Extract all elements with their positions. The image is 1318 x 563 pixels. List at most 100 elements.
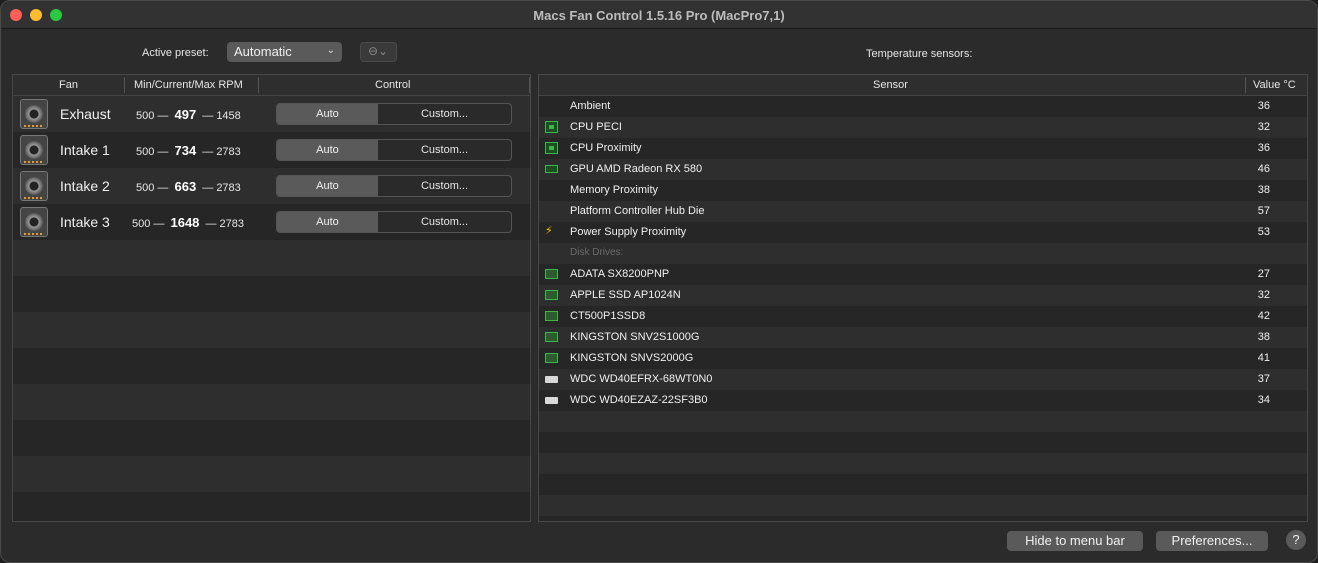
sensor-value: 32 <box>1257 289 1270 301</box>
fan-column-header[interactable]: Fan <box>59 79 78 91</box>
hide-to-menu-bar-button[interactable]: Hide to menu bar <box>1007 531 1143 551</box>
sensor-row[interactable]: CT500P1SSD8 42 <box>539 306 1307 327</box>
sensor-name: WDC WD40EFRX-68WT0N0 <box>570 373 713 385</box>
custom-button[interactable]: Custom... <box>378 212 511 232</box>
custom-button[interactable]: Custom... <box>378 140 511 160</box>
sensor-name: Disk Drives: <box>570 247 624 258</box>
sensor-empty-row <box>539 432 1307 453</box>
fan-rpm: 500 — 663 — 2783 <box>136 179 241 194</box>
title-bar[interactable]: Macs Fan Control 1.5.16 Pro (MacPro7,1) <box>1 1 1317 29</box>
sensor-name: WDC WD40EZAZ-22SF3B0 <box>570 394 708 406</box>
sensor-column-header[interactable]: Sensor <box>873 79 908 91</box>
fan-table-empty-rows <box>13 240 530 521</box>
sensor-name: CPU Proximity <box>570 142 642 154</box>
preset-options-button[interactable]: ⊖⌄ <box>360 42 397 62</box>
fan-rpm: 500 — 1648 — 2783 <box>132 215 245 230</box>
sensor-name: KINGSTON SNVS2000G <box>570 352 694 364</box>
rpm-column-header[interactable]: Min/Current/Max RPM <box>134 79 243 91</box>
fan-min-rpm: 500 <box>136 110 155 122</box>
sensor-name: Platform Controller Hub Die <box>570 205 705 217</box>
sensor-row[interactable]: WDC WD40EFRX-68WT0N0 37 <box>539 369 1307 390</box>
auto-button[interactable]: Auto <box>277 212 378 232</box>
ssd-icon <box>545 269 558 279</box>
fan-rpm: 500 — 734 — 2783 <box>136 143 241 158</box>
sensor-name: Ambient <box>570 100 611 112</box>
sensor-group-header[interactable]: Disk Drives: <box>539 243 1307 264</box>
fan-max-rpm: 2783 <box>216 182 241 194</box>
fan-min-rpm: 500 <box>132 218 151 230</box>
sensor-name: CT500P1SSD8 <box>570 310 646 322</box>
active-preset-label: Active preset: <box>142 47 209 59</box>
ssd-icon <box>545 353 558 363</box>
custom-button[interactable]: Custom... <box>378 104 511 124</box>
sensor-row[interactable]: Memory Proximity 38 <box>539 180 1307 201</box>
sensor-row[interactable]: GPU AMD Radeon RX 580 46 <box>539 159 1307 180</box>
sensor-table-header: Sensor Value °C <box>539 75 1307 96</box>
custom-button[interactable]: Custom... <box>378 176 511 196</box>
fan-current-rpm: 734 <box>174 143 197 158</box>
ssd-icon <box>545 290 558 300</box>
sensor-value: 42 <box>1257 310 1270 322</box>
chevron-down-icon: ⌄ <box>326 45 335 56</box>
sensor-row[interactable]: APPLE SSD AP1024N 32 <box>539 285 1307 306</box>
fan-min-rpm: 500 <box>136 182 155 194</box>
fan-icon <box>20 207 48 237</box>
fan-row[interactable]: Exhaust 500 — 497 — 1458 Auto Custom... <box>13 96 530 132</box>
help-button[interactable]: ? <box>1286 530 1306 550</box>
sensor-row[interactable]: Ambient 36 <box>539 96 1307 117</box>
lightning-bolt-icon: ⚡ <box>545 225 553 237</box>
sensor-name: CPU PECI <box>570 121 622 133</box>
sensor-row[interactable]: ⚡ Power Supply Proximity 53 <box>539 222 1307 243</box>
sensor-empty-row <box>539 495 1307 516</box>
fan-current-rpm: 1648 <box>170 215 200 230</box>
sensor-row[interactable]: CPU PECI 32 <box>539 117 1307 138</box>
fan-row[interactable]: Intake 2 500 — 663 — 2783 Auto Custom... <box>13 168 530 204</box>
sensor-row[interactable]: WDC WD40EZAZ-22SF3B0 34 <box>539 390 1307 411</box>
fan-name: Intake 3 <box>60 214 110 230</box>
cpu-chip-icon <box>545 121 558 133</box>
fan-max-rpm: 1458 <box>216 110 241 122</box>
fan-control-segmented[interactable]: Auto Custom... <box>276 103 512 125</box>
sensor-value: 38 <box>1257 331 1270 343</box>
fan-current-rpm: 497 <box>174 107 197 122</box>
sensor-value: 57 <box>1257 205 1270 217</box>
sensor-row[interactable]: Platform Controller Hub Die 57 <box>539 201 1307 222</box>
fan-row[interactable]: Intake 3 500 — 1648 — 2783 Auto Custom... <box>13 204 530 240</box>
sensor-row[interactable]: ADATA SX8200PNP 27 <box>539 264 1307 285</box>
fan-icon <box>20 99 48 129</box>
auto-button[interactable]: Auto <box>277 176 378 196</box>
sensor-row[interactable]: KINGSTON SNVS2000G 41 <box>539 348 1307 369</box>
sensor-value: 53 <box>1257 226 1270 238</box>
auto-button[interactable]: Auto <box>277 104 378 124</box>
ssd-icon <box>545 332 558 342</box>
sensor-name: GPU AMD Radeon RX 580 <box>570 163 703 175</box>
fan-icon <box>20 135 48 165</box>
hdd-icon <box>545 397 558 404</box>
control-column-header[interactable]: Control <box>375 79 410 91</box>
active-preset-select[interactable]: Automatic ⌄ <box>227 42 342 62</box>
value-column-header[interactable]: Value °C <box>1253 79 1296 91</box>
window-title: Macs Fan Control 1.5.16 Pro (MacPro7,1) <box>533 8 785 23</box>
fan-min-rpm: 500 <box>136 146 155 158</box>
sensor-value: 32 <box>1257 121 1270 133</box>
fan-control-segmented[interactable]: Auto Custom... <box>276 175 512 197</box>
sensor-value: 36 <box>1257 142 1270 154</box>
fan-control-segmented[interactable]: Auto Custom... <box>276 211 512 233</box>
temperature-sensors-label: Temperature sensors: <box>866 48 973 60</box>
sensor-row[interactable]: CPU Proximity 36 <box>539 138 1307 159</box>
fan-max-rpm: 2783 <box>216 146 241 158</box>
sensor-value: 41 <box>1257 352 1270 364</box>
sensor-name: Power Supply Proximity <box>570 226 687 238</box>
preferences-button[interactable]: Preferences... <box>1156 531 1268 551</box>
app-window: Macs Fan Control 1.5.16 Pro (MacPro7,1) … <box>0 0 1318 563</box>
sensor-value: 38 <box>1257 184 1270 196</box>
fan-row[interactable]: Intake 1 500 — 734 — 2783 Auto Custom... <box>13 132 530 168</box>
fan-name: Intake 1 <box>60 142 110 158</box>
sensor-row[interactable]: KINGSTON SNV2S1000G 38 <box>539 327 1307 348</box>
auto-button[interactable]: Auto <box>277 140 378 160</box>
fan-rpm: 500 — 497 — 1458 <box>136 107 241 122</box>
sensor-empty-row <box>539 474 1307 495</box>
fan-control-segmented[interactable]: Auto Custom... <box>276 139 512 161</box>
sensor-value: 46 <box>1257 163 1270 175</box>
sensor-name: ADATA SX8200PNP <box>570 268 670 280</box>
